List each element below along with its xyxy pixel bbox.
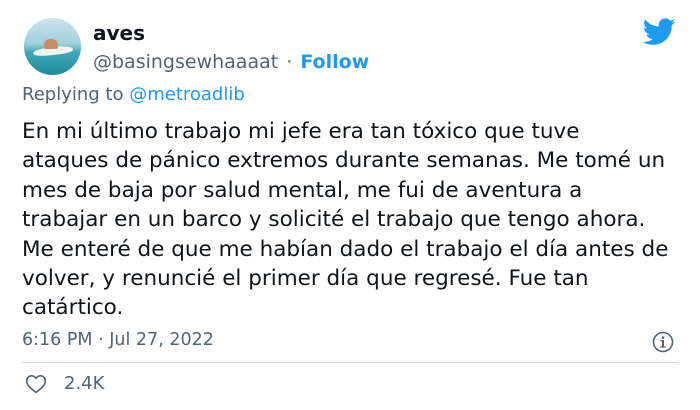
handle-separator: · [286,51,293,73]
info-icon[interactable] [652,331,674,353]
replying-prefix: Replying to [22,84,124,105]
tweet-text: En mi último trabajo mi jefe era tan tóx… [22,119,669,321]
replying-to: Replying to @metroadlib [22,84,245,105]
like-count: 2.4K [64,373,105,394]
tweet-time[interactable]: 6:16 PM [22,330,93,350]
meta-separator: · [98,330,104,350]
display-name[interactable]: aves [93,21,145,45]
twitter-bird-icon[interactable] [643,18,676,46]
reply-mention-link[interactable]: @metroadlib [129,84,245,105]
handle-row: @basingsewhaaaat · Follow [93,51,369,73]
tweet-card: aves @basingsewhaaaat · Follow Replying … [0,0,700,410]
divider [22,362,678,363]
tweet-meta: 6:16 PM · Jul 27, 2022 [22,330,214,350]
heart-icon[interactable] [25,374,47,394]
user-handle[interactable]: @basingsewhaaaat [93,51,278,73]
tweet-date[interactable]: Jul 27, 2022 [109,330,214,350]
avatar[interactable] [24,18,81,75]
follow-button[interactable]: Follow [300,51,369,73]
avatar-person [44,39,58,49]
